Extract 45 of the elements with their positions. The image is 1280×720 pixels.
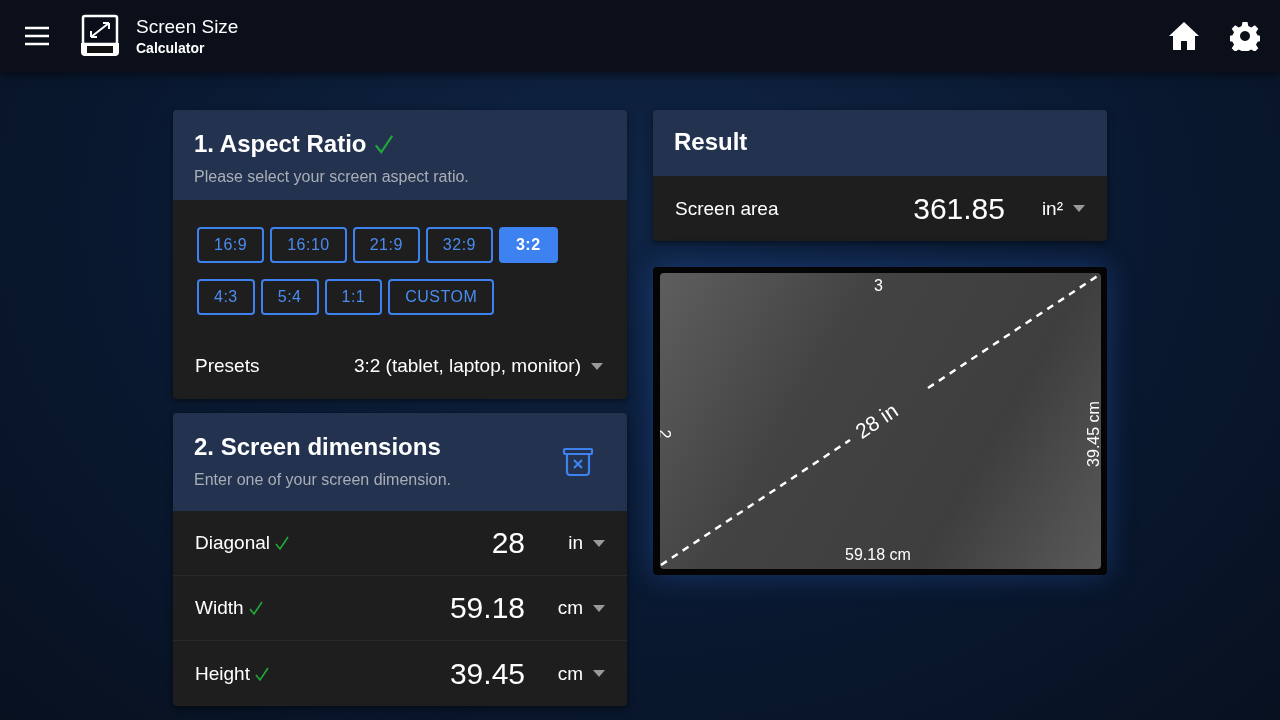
left-label: 2 xyxy=(660,429,674,439)
unit-dropdown[interactable]: cm xyxy=(533,662,605,685)
ratio-button[interactable]: 5:4 xyxy=(260,279,319,315)
ratio-button[interactable]: 21:9 xyxy=(352,227,420,263)
caret-icon xyxy=(593,670,605,677)
card-title: 2. Screen dimensions xyxy=(194,433,442,461)
unit-dropdown[interactable]: cm xyxy=(533,597,605,619)
caret-icon xyxy=(1073,205,1085,212)
settings-icon[interactable] xyxy=(1230,21,1260,51)
card-description: Enter one of your screen dimension. xyxy=(194,471,452,489)
value-input[interactable]: 28 xyxy=(375,526,525,560)
trash-icon[interactable] xyxy=(562,447,594,477)
home-icon[interactable] xyxy=(1168,21,1200,51)
right-label: 39.45 cm xyxy=(1085,401,1101,467)
ratio-button[interactable]: 16:9 xyxy=(197,227,265,263)
result-label: Screen area xyxy=(675,197,779,220)
card-description: Please select your screen aspect ratio. xyxy=(194,168,470,186)
ratio-button[interactable]: 16:10 xyxy=(270,227,347,263)
unit-dropdown[interactable]: in xyxy=(533,532,605,554)
value-input[interactable]: 39.45 xyxy=(375,656,525,691)
menu-icon[interactable] xyxy=(24,26,50,46)
app-subtitle: Calculator xyxy=(136,40,206,56)
ratio-button[interactable]: 3:2 xyxy=(498,227,558,263)
field-label: Width xyxy=(195,597,244,619)
unit-dropdown[interactable]: in² xyxy=(1013,197,1085,220)
field-label: Diagonal xyxy=(195,532,270,554)
ratio-button[interactable]: 1:1 xyxy=(324,279,383,315)
screen-size-logo-icon xyxy=(80,14,120,58)
card-title: Result xyxy=(674,128,749,156)
caret-icon xyxy=(593,539,605,547)
caret-icon xyxy=(593,604,605,612)
presets-dropdown[interactable]: 3:2 (tablet, laptop, monitor) xyxy=(353,355,603,377)
card-title: 1. Aspect Ratio xyxy=(194,130,367,158)
ratio-button[interactable]: 4:3 xyxy=(197,279,255,315)
presets-label: Presets xyxy=(195,355,260,377)
diagonal-label: 28 in xyxy=(850,397,903,445)
bottom-label: 59.18 cm xyxy=(845,546,911,564)
result-value: 361.85 xyxy=(913,191,1005,226)
field-label: Height xyxy=(195,662,250,685)
app-title: Screen Size xyxy=(136,16,239,38)
ratio-button[interactable]: CUSTOM xyxy=(388,279,495,315)
top-label: 3 xyxy=(874,277,883,295)
value-input[interactable]: 59.18 xyxy=(375,591,525,625)
caret-icon xyxy=(591,362,603,370)
ratio-button[interactable]: 32:9 xyxy=(425,227,493,263)
